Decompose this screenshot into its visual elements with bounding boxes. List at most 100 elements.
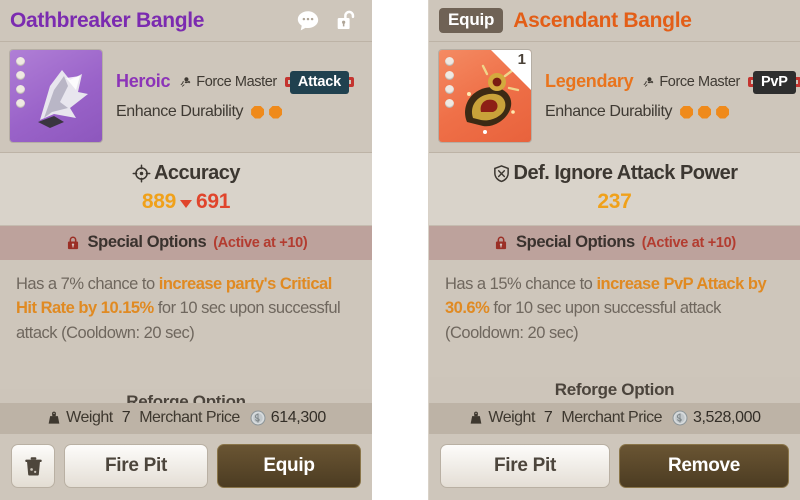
weight-group: Weight xyxy=(46,409,113,427)
gem-slot xyxy=(16,57,25,66)
merchant-price-value: 614,300 xyxy=(270,409,326,426)
item-summary-row: 1 Legendary Force Master PvP Enhance Durabil… xyxy=(429,42,800,153)
annotation-highlight-box: PvP xyxy=(747,70,800,94)
merchant-price-label: Merchant Price xyxy=(139,409,240,426)
durability-pip xyxy=(269,105,283,119)
main-stat-name: Accuracy xyxy=(153,162,241,184)
special-options-condition: (Active at +10) xyxy=(641,234,737,251)
card-header: Equip Ascendant Bangle xyxy=(429,0,800,42)
reforge-option-label: Reforge Option xyxy=(126,392,246,403)
gem-slot xyxy=(16,99,25,108)
price-group: 614,300 xyxy=(249,409,326,427)
weight-label: Weight xyxy=(488,409,535,426)
pvp-tag-chip[interactable]: PvP xyxy=(752,70,796,94)
rarity-label: Heroic xyxy=(116,71,171,91)
fire-pit-button[interactable]: Fire Pit xyxy=(440,444,610,488)
item-attribute-line: Heroic Force Master Attack xyxy=(116,70,362,94)
item-title: Ascendant Bangle xyxy=(513,8,692,32)
remove-button[interactable]: Remove xyxy=(619,444,789,488)
gem-slot xyxy=(16,71,25,80)
durability-line: Enhance Durability xyxy=(545,103,790,121)
special-options-description-block: Has a 15% chance to increase PvP Attack … xyxy=(429,260,800,377)
item-meta: Legendary Force Master PvP Enhance Durabili… xyxy=(531,50,800,142)
action-button-bar: Fire Pit Remove xyxy=(429,434,800,500)
main-stat-name-row: Accuracy xyxy=(132,162,241,185)
gem-slot xyxy=(445,99,454,108)
quantity-badge: 1 xyxy=(491,50,531,90)
item-meta: Heroic Force Master Attack Enhance Durabili… xyxy=(102,50,362,142)
description-segment-0: Has a 15% chance to xyxy=(445,275,597,293)
description-segment-0: Has a 7% chance to xyxy=(16,275,159,293)
durability-pip xyxy=(680,105,694,119)
class-name: Force Master xyxy=(659,73,740,90)
merchant-price-value: 3,528,000 xyxy=(693,409,761,426)
equipped-badge: Equip xyxy=(439,8,504,33)
special-options-description: Has a 15% chance to increase PvP Attack … xyxy=(445,272,784,345)
reforge-option-label: Reforge Option xyxy=(554,380,675,399)
item-card-left: Oathbreaker Bangle Heroic Force Master Atta… xyxy=(0,0,372,500)
durability-label: Enhance Durability xyxy=(116,103,244,120)
class-label: Force Master xyxy=(641,74,740,90)
main-stat-new-value: 237 xyxy=(597,190,632,213)
gem-slot xyxy=(445,57,454,66)
weight-group: Weight xyxy=(468,409,535,427)
main-stat-block: Def. Ignore Attack Power 237 xyxy=(429,153,800,226)
gem-slot xyxy=(445,85,454,94)
gem-slot-group xyxy=(445,57,454,108)
special-options-title: Special Options xyxy=(87,233,207,251)
special-options-banner: Special Options (Active at +10) xyxy=(0,226,372,260)
weight-price-bar: Weight 7 Merchant Price 3,528,000 xyxy=(429,403,800,434)
main-stat-name-row: Def. Ignore Attack Power xyxy=(492,162,738,185)
weight-value: 7 xyxy=(543,409,553,426)
special-options-description-block: Has a 7% chance to increase party's Crit… xyxy=(0,260,372,389)
item-card-right: Equip Ascendant Bangle 1 Legendary Force Mas… xyxy=(428,0,800,500)
item-summary-row: Heroic Force Master Attack Enhance Durabili… xyxy=(0,42,372,153)
durability-pip xyxy=(251,105,265,119)
item-thumbnail[interactable]: 1 xyxy=(439,50,531,142)
item-comparison-screen: Oathbreaker Bangle Heroic Force Master Atta… xyxy=(0,0,800,500)
main-stat-new-value: 889 xyxy=(141,190,176,213)
rarity-label: Legendary xyxy=(545,71,634,91)
main-stat-block: Accuracy 889 691 xyxy=(0,153,372,226)
item-attribute-line: Legendary Force Master PvP xyxy=(545,70,800,94)
fire-pit-button[interactable]: Fire Pit xyxy=(64,444,208,488)
attack-tag-chip[interactable]: Attack xyxy=(289,70,349,94)
durability-pip-group xyxy=(251,105,283,119)
class-name: Force Master xyxy=(196,73,277,90)
reforge-option-row: Reforge Option xyxy=(0,389,372,403)
main-stat-name: Def. Ignore Attack Power xyxy=(513,162,738,184)
special-options-banner: Special Options (Active at +10) xyxy=(429,226,800,260)
reforge-option-row: Reforge Option xyxy=(429,377,800,403)
weight-label: Weight xyxy=(66,409,113,426)
durability-pip xyxy=(698,105,712,119)
merchant-price-label: Merchant Price xyxy=(561,409,662,426)
annotation-highlight-box: Attack xyxy=(284,70,354,94)
quantity-value: 1 xyxy=(517,51,526,68)
durability-label: Enhance Durability xyxy=(545,103,673,120)
item-title: Oathbreaker Bangle xyxy=(10,8,205,32)
header-icon-group xyxy=(295,8,360,34)
durability-pip-group xyxy=(680,105,730,119)
item-thumbnail[interactable] xyxy=(10,50,102,142)
price-group: 3,528,000 xyxy=(671,409,761,427)
chat-bubble-icon[interactable] xyxy=(295,8,321,34)
main-stat-old-value: 691 xyxy=(196,190,231,213)
special-options-title: Special Options xyxy=(516,233,635,251)
equip-button[interactable]: Equip xyxy=(217,444,361,488)
weight-price-bar: Weight 7 Merchant Price 614,300 xyxy=(0,403,372,434)
main-stat-values: 237 xyxy=(439,190,790,214)
special-options-condition: (Active at +10) xyxy=(213,234,308,251)
action-button-bar: Fire Pit Equip xyxy=(0,434,372,500)
stat-decrease-arrow-icon xyxy=(180,200,192,208)
weight-value: 7 xyxy=(121,409,131,426)
gem-slot-group xyxy=(16,57,25,108)
delete-button[interactable] xyxy=(11,444,55,488)
card-header: Oathbreaker Bangle xyxy=(0,0,372,42)
durability-pip xyxy=(716,105,730,119)
special-options-description: Has a 7% chance to increase party's Crit… xyxy=(16,272,356,345)
gem-slot xyxy=(16,85,25,94)
durability-line: Enhance Durability xyxy=(116,103,362,121)
main-stat-values: 889 691 xyxy=(10,190,362,214)
unlock-icon[interactable] xyxy=(334,8,360,34)
gem-slot xyxy=(445,71,454,80)
